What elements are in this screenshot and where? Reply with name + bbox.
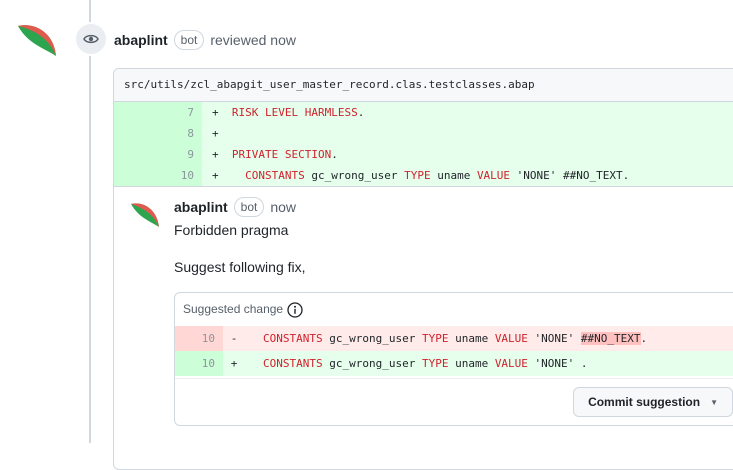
code-keyword: CONSTANTS bbox=[263, 357, 323, 370]
comment-title: Forbidden pragma bbox=[174, 222, 289, 238]
line-number[interactable]: 8 bbox=[114, 123, 202, 144]
code-keyword: TYPE bbox=[404, 169, 431, 182]
diff-sign: + bbox=[212, 169, 219, 182]
line-code: CONSTANTS gc_wrong_user TYPE uname VALUE… bbox=[245, 351, 733, 376]
line-number[interactable]: 10 bbox=[175, 326, 223, 351]
suggested-change-label: Suggested change bbox=[183, 302, 284, 316]
code-token: 'NONE' ##NO_TEXT. bbox=[510, 169, 630, 182]
divider bbox=[114, 186, 733, 187]
commit-suggestion-label: Commit suggestion bbox=[588, 395, 701, 409]
code-token: gc_wrong_user bbox=[322, 357, 422, 370]
line-code: CONSTANTS gc_wrong_user TYPE uname VALUE… bbox=[245, 326, 733, 351]
caret-down-icon: ▼ bbox=[710, 397, 718, 407]
code-token: . bbox=[331, 148, 338, 161]
added-line: 10 + CONSTANTS gc_wrong_user TYPE uname … bbox=[175, 351, 733, 376]
code-token: . bbox=[357, 106, 365, 119]
diff-sign: + bbox=[212, 127, 219, 140]
file-path[interactable]: src/utils/zcl_abapgit_user_master_record… bbox=[114, 69, 733, 102]
comment-header: abaplint bot now bbox=[174, 197, 296, 217]
avatar[interactable] bbox=[130, 199, 160, 229]
deleted-line: 10 - CONSTANTS gc_wrong_user TYPE uname … bbox=[175, 326, 733, 351]
diff-sign: + bbox=[212, 106, 219, 119]
diff-lines: 7 + RISK LEVEL HARMLESS. 8 + 9 + PRIVATE SEC… bbox=[114, 102, 733, 186]
code-keyword: CONSTANTS bbox=[245, 169, 305, 182]
code-keyword: PRIVATE SECTION bbox=[231, 148, 332, 161]
review-header: abaplint bot reviewed now bbox=[114, 30, 296, 50]
line-code: + PRIVATE SECTION. bbox=[202, 144, 733, 165]
diff-line: 10 + CONSTANTS gc_wrong_user TYPE uname V… bbox=[114, 165, 733, 186]
review-box: src/utils/zcl_abapgit_user_master_record… bbox=[113, 68, 733, 470]
line-number[interactable]: 9 bbox=[114, 144, 202, 165]
code-token: uname bbox=[448, 357, 495, 370]
line-number[interactable]: 10 bbox=[114, 165, 202, 186]
diff-sign: + bbox=[212, 148, 219, 161]
bot-badge: bot bbox=[233, 197, 265, 217]
review-action[interactable]: reviewed now bbox=[210, 32, 296, 48]
code-keyword: RISK LEVEL HARMLESS bbox=[231, 106, 358, 119]
info-icon[interactable] bbox=[287, 301, 303, 318]
comment-body: Suggest following fix, bbox=[174, 259, 306, 275]
diff-line: 9 + PRIVATE SECTION. bbox=[114, 144, 733, 165]
line-number[interactable]: 10 bbox=[175, 351, 223, 376]
diff-sign: - bbox=[223, 326, 245, 351]
bot-badge: bot bbox=[173, 30, 205, 50]
code-token: . bbox=[640, 332, 648, 345]
comment-time[interactable]: now bbox=[270, 199, 296, 215]
suggested-change-header: Suggested change bbox=[175, 293, 733, 326]
code-keyword: VALUE bbox=[494, 357, 528, 370]
diff-line: 8 + bbox=[114, 123, 733, 144]
line-code: + bbox=[202, 123, 733, 144]
commit-suggestion-button[interactable]: Commit suggestion ▼ bbox=[573, 387, 733, 417]
code-keyword: VALUE bbox=[494, 332, 528, 345]
suggestion-footer: Commit suggestion ▼ bbox=[175, 378, 733, 425]
code-highlight: ##NO_TEXT bbox=[580, 332, 641, 345]
code-token: 'NONE' bbox=[527, 332, 581, 345]
line-number[interactable]: 7 bbox=[114, 102, 202, 123]
code-token: gc_wrong_user bbox=[322, 332, 422, 345]
code-keyword: VALUE bbox=[476, 169, 511, 182]
diff-line: 7 + RISK LEVEL HARMLESS. bbox=[114, 102, 733, 123]
code-keyword: CONSTANTS bbox=[263, 332, 323, 345]
code-token: uname bbox=[430, 169, 477, 182]
line-code: + CONSTANTS gc_wrong_user TYPE uname VAL… bbox=[202, 165, 733, 186]
code-keyword: TYPE bbox=[421, 332, 449, 345]
code-keyword: TYPE bbox=[421, 357, 449, 370]
code-token: uname bbox=[448, 332, 495, 345]
code-token: gc_wrong_user bbox=[304, 169, 405, 182]
suggested-change-box: Suggested change 10 - CONSTANTS gc_wrong… bbox=[174, 292, 733, 426]
diff-sign: + bbox=[223, 351, 245, 376]
comment-author-link[interactable]: abaplint bbox=[174, 199, 228, 215]
avatar[interactable] bbox=[16, 18, 58, 60]
timeline-line bbox=[89, 0, 91, 443]
eye-icon bbox=[74, 22, 108, 56]
line-code: + RISK LEVEL HARMLESS. bbox=[202, 102, 733, 123]
author-link[interactable]: abaplint bbox=[114, 32, 168, 48]
code-token: 'NONE' . bbox=[527, 357, 588, 370]
